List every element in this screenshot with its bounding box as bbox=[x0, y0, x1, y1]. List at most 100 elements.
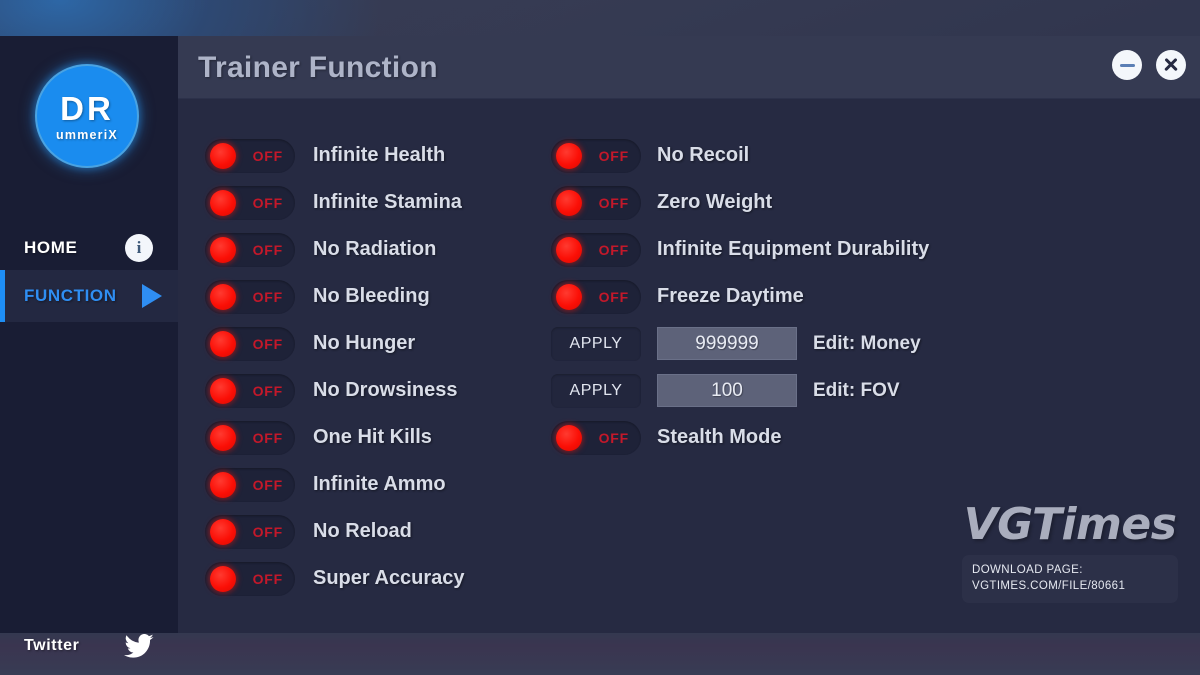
options-column-left: OFF Infinite Health OFF Infinite Stamina bbox=[205, 132, 535, 602]
toggle-no-hunger[interactable]: OFF bbox=[205, 326, 295, 361]
option-row: OFF Stealth Mode bbox=[551, 414, 1151, 461]
option-label: Freeze Daytime bbox=[657, 285, 804, 307]
toggle-knob bbox=[210, 518, 236, 545]
option-row: OFF No Drowsiness bbox=[205, 367, 535, 414]
option-label: No Bleeding bbox=[313, 285, 430, 307]
toggle-no-radiation[interactable]: OFF bbox=[205, 232, 295, 267]
toggle-knob bbox=[210, 330, 236, 357]
option-label: No Recoil bbox=[657, 144, 750, 166]
sidebar-item-home[interactable]: HOME i bbox=[0, 224, 178, 272]
toggle-state-label: OFF bbox=[598, 429, 629, 446]
edit-row-fov: APPLY 100 Edit: FOV bbox=[551, 367, 1151, 414]
options-column-right: OFF No Recoil OFF Zero Weight OFF Infini… bbox=[551, 132, 1151, 461]
money-value-input[interactable]: 999999 bbox=[657, 327, 797, 360]
watermark-line-2: VGTIMES.COM/FILE/80661 bbox=[972, 580, 1126, 593]
info-icon[interactable]: i bbox=[125, 234, 153, 262]
option-row: OFF Infinite Ammo bbox=[205, 461, 535, 508]
option-row: OFF No Hunger bbox=[205, 320, 535, 367]
toggle-infinite-ammo[interactable]: OFF bbox=[205, 467, 295, 502]
toggle-knob bbox=[556, 236, 582, 263]
toggle-super-accuracy[interactable]: OFF bbox=[205, 561, 295, 596]
toggle-state-label: OFF bbox=[252, 570, 283, 587]
trainer-window: DR ummeriX HOME i FUNCTION Twitter Train… bbox=[0, 36, 1200, 658]
option-row: OFF No Reload bbox=[205, 508, 535, 555]
option-row: OFF Infinite Health bbox=[205, 132, 535, 179]
option-label: Infinite Stamina bbox=[313, 191, 462, 213]
toggle-state-label: OFF bbox=[252, 476, 283, 493]
option-label: Infinite Ammo bbox=[313, 473, 446, 495]
sidebar: DR ummeriX HOME i FUNCTION Twitter bbox=[0, 36, 178, 658]
app-logo: DR ummeriX bbox=[31, 60, 143, 172]
sidebar-item-function[interactable]: FUNCTION bbox=[0, 270, 178, 322]
sidebar-twitter-link[interactable]: Twitter bbox=[0, 622, 178, 670]
apply-button-money[interactable]: APPLY bbox=[551, 326, 641, 361]
edit-label-fov: Edit: FOV bbox=[813, 379, 900, 401]
option-row: OFF No Radiation bbox=[205, 226, 535, 273]
option-label: No Reload bbox=[313, 520, 412, 542]
toggle-state-label: OFF bbox=[252, 147, 283, 164]
toggle-no-bleeding[interactable]: OFF bbox=[205, 279, 295, 314]
watermark-logo: VGTimes bbox=[963, 498, 1177, 550]
toggle-knob bbox=[210, 236, 236, 263]
close-button[interactable] bbox=[1156, 50, 1186, 80]
option-label: No Radiation bbox=[313, 238, 437, 260]
option-row: OFF Infinite Stamina bbox=[205, 179, 535, 226]
logo-circle: DR ummeriX bbox=[37, 66, 137, 166]
toggle-state-label: OFF bbox=[598, 241, 629, 258]
edit-label-money: Edit: Money bbox=[813, 332, 921, 354]
toggle-state-label: OFF bbox=[252, 523, 283, 540]
option-row: OFF No Bleeding bbox=[205, 273, 535, 320]
option-row: OFF Super Accuracy bbox=[205, 555, 535, 602]
play-icon bbox=[142, 284, 162, 308]
option-label: Zero Weight bbox=[657, 191, 773, 213]
toggle-state-label: OFF bbox=[252, 194, 283, 211]
toggle-knob bbox=[210, 565, 236, 592]
toggle-infinite-equipment-durability[interactable]: OFF bbox=[551, 232, 641, 267]
toggle-one-hit-kills[interactable]: OFF bbox=[205, 420, 295, 455]
desktop-taskbar-area bbox=[0, 633, 1200, 675]
toggle-no-recoil[interactable]: OFF bbox=[551, 138, 641, 173]
toggle-knob bbox=[210, 377, 236, 404]
option-label: Super Accuracy bbox=[313, 567, 465, 589]
window-titlebar: Trainer Function bbox=[178, 36, 1200, 99]
toggle-knob bbox=[210, 471, 236, 498]
main-panel: Trainer Function OFF Infinite Health OFF… bbox=[178, 36, 1200, 633]
toggle-knob bbox=[210, 283, 236, 310]
toggle-freeze-daytime[interactable]: OFF bbox=[551, 279, 641, 314]
twitter-icon[interactable] bbox=[124, 633, 154, 664]
apply-button-fov[interactable]: APPLY bbox=[551, 373, 641, 408]
option-row: OFF Freeze Daytime bbox=[551, 273, 1151, 320]
desktop-background: DR ummeriX HOME i FUNCTION Twitter Train… bbox=[0, 0, 1200, 675]
option-label: No Hunger bbox=[313, 332, 416, 354]
toggle-knob bbox=[556, 283, 582, 310]
toggle-no-reload[interactable]: OFF bbox=[205, 514, 295, 549]
option-label: Stealth Mode bbox=[657, 426, 782, 448]
logo-secondary-text: ummeriX bbox=[56, 128, 118, 143]
toggle-knob bbox=[556, 142, 582, 169]
toggle-stealth-mode[interactable]: OFF bbox=[551, 420, 641, 455]
toggle-state-label: OFF bbox=[598, 288, 629, 305]
sidebar-item-function-label: FUNCTION bbox=[24, 286, 117, 305]
minimize-icon bbox=[1119, 63, 1135, 67]
edit-row-money: APPLY 999999 Edit: Money bbox=[551, 320, 1151, 367]
toggle-zero-weight[interactable]: OFF bbox=[551, 185, 641, 220]
minimize-button[interactable] bbox=[1112, 50, 1142, 80]
logo-primary-text: DR bbox=[60, 90, 114, 128]
toggle-state-label: OFF bbox=[598, 194, 629, 211]
toggle-no-drowsiness[interactable]: OFF bbox=[205, 373, 295, 408]
toggle-infinite-stamina[interactable]: OFF bbox=[205, 185, 295, 220]
toggle-knob bbox=[210, 142, 236, 169]
option-row: OFF One Hit Kills bbox=[205, 414, 535, 461]
watermark-line-1: DOWNLOAD PAGE: bbox=[972, 563, 1083, 576]
toggle-state-label: OFF bbox=[252, 429, 283, 446]
toggle-infinite-health[interactable]: OFF bbox=[205, 138, 295, 173]
fov-value-input[interactable]: 100 bbox=[657, 374, 797, 407]
toggle-state-label: OFF bbox=[252, 288, 283, 305]
page-title: Trainer Function bbox=[198, 51, 438, 84]
toggle-knob bbox=[210, 189, 236, 216]
watermark-download-box: DOWNLOAD PAGE: VGTIMES.COM/FILE/80661 bbox=[962, 554, 1178, 603]
toggle-state-label: OFF bbox=[252, 335, 283, 352]
vgtimes-watermark: VGTimes DOWNLOAD PAGE: VGTIMES.COM/FILE/… bbox=[962, 498, 1178, 603]
close-icon bbox=[1163, 57, 1179, 73]
toggle-knob bbox=[210, 424, 236, 451]
